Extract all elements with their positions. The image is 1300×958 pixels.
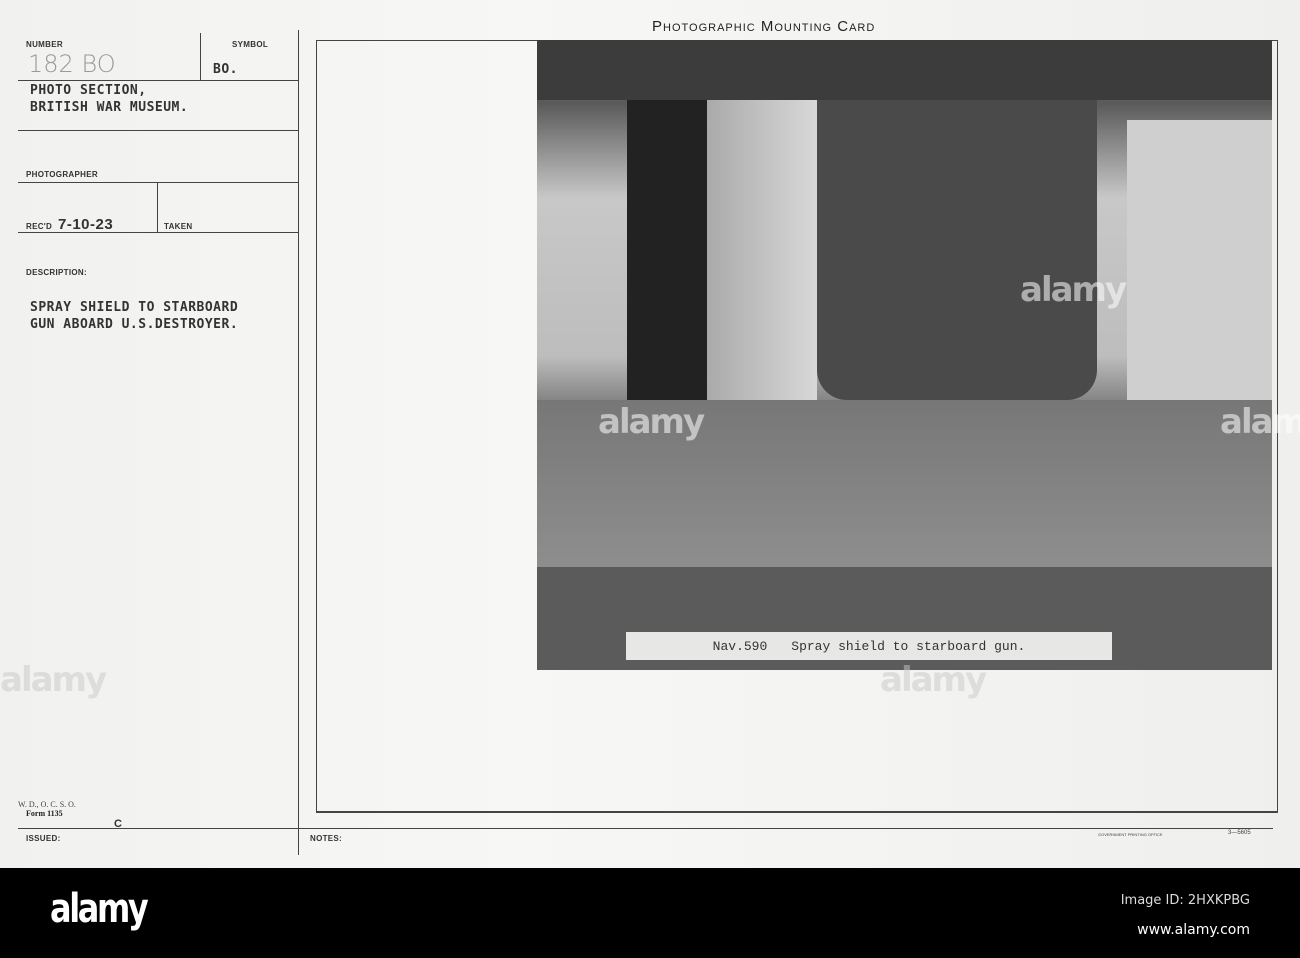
- recd-label: REC'D: [26, 222, 53, 231]
- photo-spray-shield: [817, 100, 1097, 400]
- divider: [18, 232, 298, 233]
- footer-bar: alamy Image ID: 2HXKPBG www.alamy.com: [0, 868, 1300, 958]
- description-label: DESCRIPTION:: [26, 268, 87, 277]
- photo-overhead: [537, 40, 1272, 100]
- divider: [157, 182, 158, 232]
- alamy-logo: alamy: [50, 886, 149, 932]
- taken-label: TAKEN: [164, 222, 193, 231]
- watermark: alamy: [880, 660, 987, 700]
- recd-value: 7-10-23: [58, 216, 114, 233]
- watermark: alamy: [1020, 270, 1127, 310]
- divider: [18, 80, 298, 81]
- printer-code: 3—5605: [1228, 830, 1251, 836]
- photographer-label: PHOTOGRAPHER: [26, 170, 98, 179]
- photograph: [537, 40, 1272, 567]
- source-line-1: PHOTO SECTION,: [30, 83, 147, 98]
- source-line-2: BRITISH WAR MUSEUM.: [30, 100, 189, 115]
- description-line-2: GUN ABOARD U.S.DESTROYER.: [30, 317, 239, 332]
- divider: [18, 130, 298, 131]
- notes-label: NOTES:: [310, 834, 343, 843]
- watermark: alamy: [1220, 402, 1300, 442]
- bottom-rule: [18, 828, 1273, 829]
- form-line-1: W. D., O. C. S. O.: [18, 800, 76, 809]
- card-title: Photographic Mounting Card: [652, 18, 876, 35]
- symbol-value: BO.: [213, 62, 238, 77]
- description-line-1: SPRAY SHIELD TO STARBOARD: [30, 300, 239, 315]
- number-value: 182 BO: [28, 50, 116, 78]
- form-line-2: Form 1135: [26, 809, 63, 818]
- issued-label: ISSUED:: [26, 834, 61, 843]
- watermark: alamy: [598, 402, 705, 442]
- watermark: alamy: [0, 660, 107, 700]
- photo-doorway: [627, 100, 707, 420]
- printer-label: GOVERNMENT PRINTING OFFICE: [1098, 832, 1163, 837]
- column-divider: [298, 30, 299, 855]
- caption-number: Nav.590: [712, 638, 768, 654]
- number-label: NUMBER: [26, 40, 63, 49]
- mounting-card: NUMBER 182 BO SYMBOL BO. PHOTO SECTION, …: [0, 0, 1300, 868]
- divider: [200, 33, 201, 81]
- caption-text: Spray shield to starboard gun.: [791, 638, 1026, 654]
- divider: [18, 182, 298, 183]
- symbol-label: SYMBOL: [232, 40, 269, 49]
- alamy-url[interactable]: www.alamy.com: [1137, 922, 1250, 938]
- photo-caption: Nav.590 Spray shield to starboard gun.: [626, 632, 1112, 660]
- image-id: Image ID: 2HXKPBG: [1120, 893, 1250, 908]
